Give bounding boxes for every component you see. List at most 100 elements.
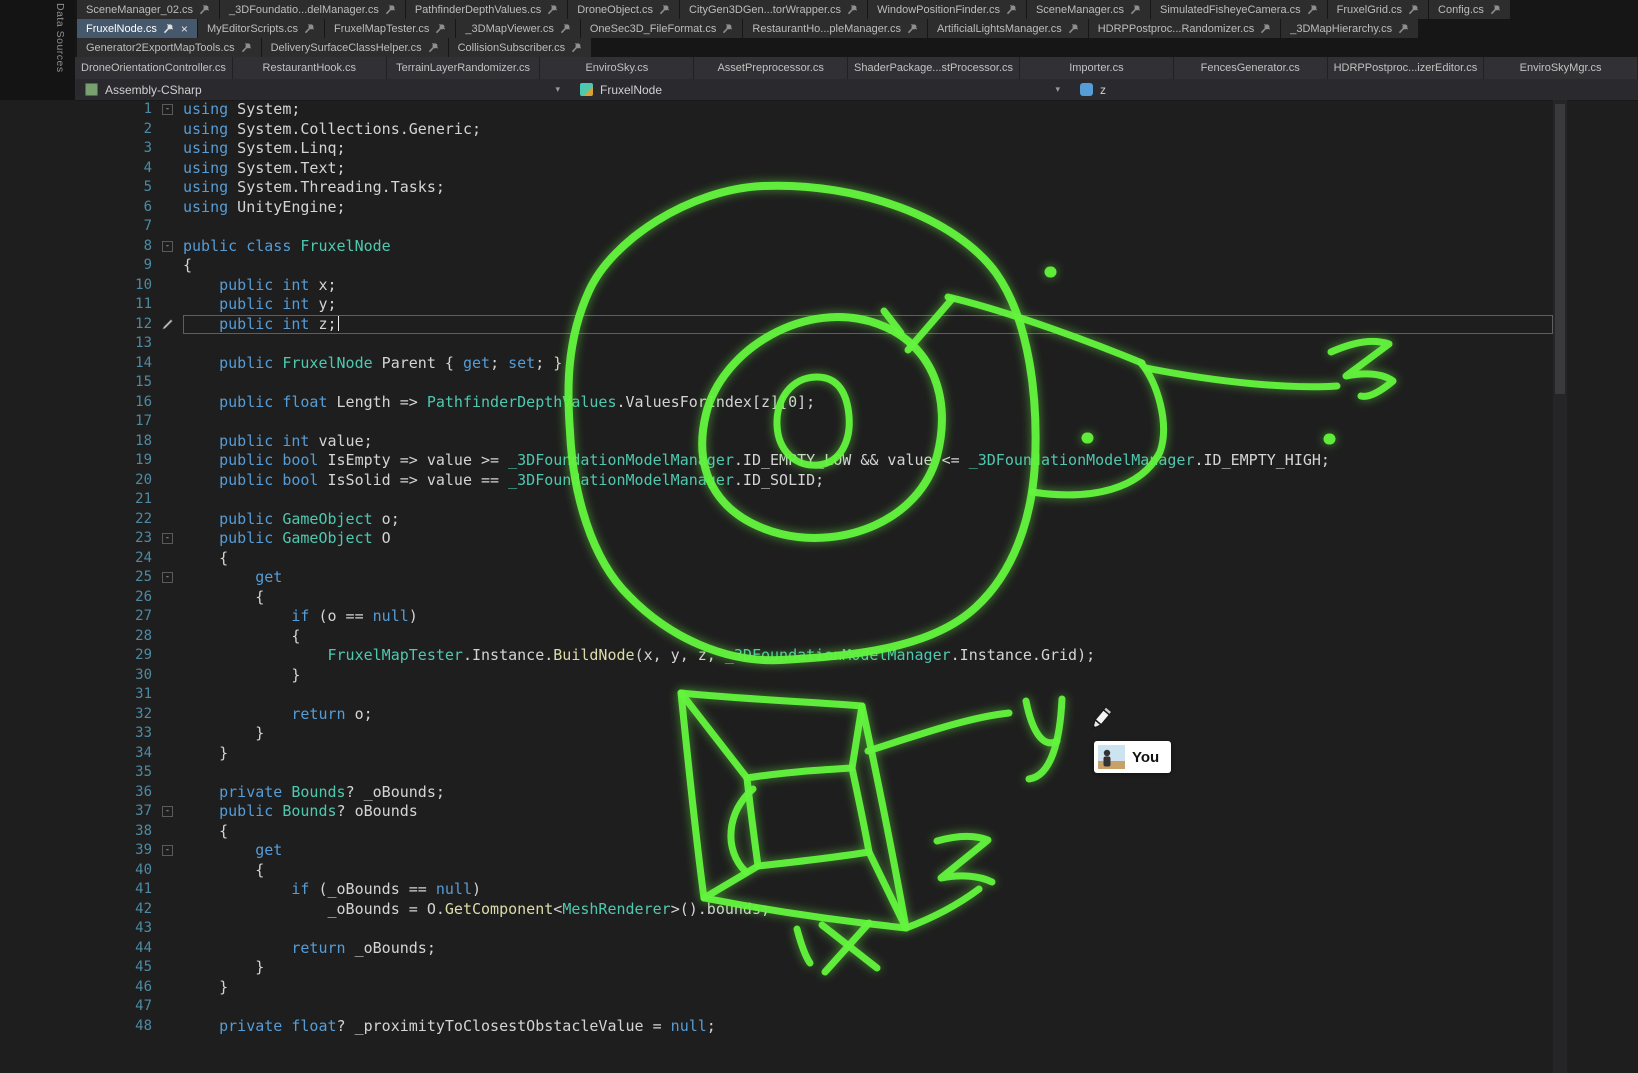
pin-icon[interactable] [163, 23, 174, 34]
code-line[interactable]: 28 { [0, 627, 1638, 647]
code-line[interactable]: 36 private Bounds? _oBounds; [0, 783, 1638, 803]
code-line[interactable]: 31 [0, 685, 1638, 705]
code-line[interactable]: 19 public bool IsEmpty => value >= _3DFo… [0, 451, 1638, 471]
code-line[interactable]: 11 public int y; [0, 295, 1638, 315]
document-tab[interactable]: EnviroSkyMgr.cs [1484, 57, 1638, 79]
code-line[interactable]: 14 public FruxelNode Parent { get; set; … [0, 354, 1638, 374]
document-tab[interactable]: Generator2ExportMapTools.cs [77, 38, 261, 57]
document-tab[interactable]: SceneManager.cs [1027, 0, 1150, 19]
code-line[interactable]: 29 FruxelMapTester.Instance.BuildNode(x,… [0, 646, 1638, 666]
document-tab[interactable]: FruxelNode.cs× [77, 19, 197, 38]
document-tab[interactable]: CollisionSubscriber.cs [449, 38, 592, 57]
document-tab[interactable]: _3DFoundatio...delManager.cs [220, 0, 405, 19]
pin-icon[interactable] [241, 42, 252, 53]
document-tab[interactable]: SceneManager_02.cs [77, 0, 219, 19]
code-line[interactable]: 21 [0, 490, 1638, 510]
document-tab[interactable]: MyEditorScripts.cs [198, 19, 324, 38]
pin-icon[interactable] [571, 42, 582, 53]
document-tab[interactable]: DroneOrientationController.cs [75, 57, 233, 79]
code-line[interactable]: 17 [0, 412, 1638, 432]
pin-icon[interactable] [1260, 23, 1271, 34]
code-line[interactable]: 45 } [0, 958, 1638, 978]
code-line[interactable]: 2using System.Collections.Generic; [0, 120, 1638, 140]
code-line[interactable]: 43 [0, 919, 1638, 939]
code-line[interactable]: 48 private float? _proximityToClosestObs… [0, 1017, 1638, 1037]
project-dropdown[interactable]: Assembly-CSharp ▾ [75, 79, 570, 100]
document-tab[interactable]: ArtificialLightsManager.cs [928, 19, 1088, 38]
code-line[interactable]: 40 { [0, 861, 1638, 881]
close-icon[interactable]: × [181, 24, 188, 34]
document-tab[interactable]: RestaurantHo...pleManager.cs [743, 19, 927, 38]
document-tab[interactable]: DroneObject.cs [568, 0, 679, 19]
document-tab[interactable]: WindowPositionFinder.cs [868, 0, 1026, 19]
pin-icon[interactable] [659, 4, 670, 15]
pin-icon[interactable] [847, 4, 858, 15]
code-line[interactable]: 20 public bool IsSolid => value == _3DFo… [0, 471, 1638, 491]
code-line[interactable]: 8-public class FruxelNode [0, 237, 1638, 257]
code-line[interactable]: 23- public GameObject O [0, 529, 1638, 549]
code-editor[interactable]: 1-using System;2using System.Collections… [0, 100, 1638, 1073]
code-line[interactable]: 27 if (o == null) [0, 607, 1638, 627]
data-sources-tool-tab[interactable]: Data Sources [54, 3, 66, 73]
document-tab[interactable]: FruxelGrid.cs [1328, 0, 1428, 19]
pin-icon[interactable] [1006, 4, 1017, 15]
document-tab[interactable]: HDRPPostproc...Randomizer.cs [1089, 19, 1281, 38]
document-tab[interactable]: Config.cs [1429, 0, 1510, 19]
document-tab[interactable]: TerrainLayerRandomizer.cs [387, 57, 541, 79]
document-tab[interactable]: ShaderPackage...stProcessor.cs [848, 57, 1020, 79]
document-tab[interactable]: OneSec3D_FileFormat.cs [581, 19, 743, 38]
code-line[interactable]: 9{ [0, 256, 1638, 276]
code-line[interactable]: 22 public GameObject o; [0, 510, 1638, 530]
code-line[interactable]: 30 } [0, 666, 1638, 686]
pin-icon[interactable] [304, 23, 315, 34]
code-line[interactable]: 12 public int z; [0, 315, 1638, 335]
code-line[interactable]: 10 public int x; [0, 276, 1638, 296]
document-tab[interactable]: PathfinderDepthValues.cs [406, 0, 567, 19]
fold-collapse-icon[interactable]: - [162, 241, 173, 252]
code-line[interactable]: 35 [0, 763, 1638, 783]
code-line[interactable]: 5using System.Threading.Tasks; [0, 178, 1638, 198]
code-line[interactable]: 26 { [0, 588, 1638, 608]
code-line[interactable]: 16 public float Length => PathfinderDept… [0, 393, 1638, 413]
pin-icon[interactable] [435, 23, 446, 34]
document-tab[interactable]: Importer.cs [1020, 57, 1174, 79]
pin-icon[interactable] [1408, 4, 1419, 15]
code-line[interactable]: 32 return o; [0, 705, 1638, 725]
scrollbar-thumb[interactable] [1555, 104, 1565, 394]
editor-scrollbar[interactable] [1553, 100, 1567, 1073]
member-dropdown[interactable]: z [1070, 79, 1638, 100]
fold-collapse-icon[interactable]: - [162, 572, 173, 583]
code-line[interactable]: 38 { [0, 822, 1638, 842]
document-tab[interactable]: _3DMapViewer.cs [456, 19, 579, 38]
pin-icon[interactable] [385, 4, 396, 15]
fold-collapse-icon[interactable]: - [162, 806, 173, 817]
code-line[interactable]: 4using System.Text; [0, 159, 1638, 179]
pin-icon[interactable] [199, 4, 210, 15]
fold-collapse-icon[interactable]: - [162, 104, 173, 115]
pin-icon[interactable] [560, 23, 571, 34]
code-line[interactable]: 7 [0, 217, 1638, 237]
fold-collapse-icon[interactable]: - [162, 845, 173, 856]
document-tab[interactable]: SimulatedFisheyeCamera.cs [1151, 0, 1327, 19]
pin-icon[interactable] [428, 42, 439, 53]
document-tab[interactable]: FruxelMapTester.cs [325, 19, 455, 38]
code-line[interactable]: 42 _oBounds = O.GetComponent<MeshRendere… [0, 900, 1638, 920]
code-line[interactable]: 39- get [0, 841, 1638, 861]
fold-collapse-icon[interactable]: - [162, 533, 173, 544]
type-dropdown[interactable]: FruxelNode ▾ [570, 79, 1070, 100]
pin-icon[interactable] [1398, 23, 1409, 34]
code-line[interactable]: 37- public Bounds? oBounds [0, 802, 1638, 822]
document-tab[interactable]: DeliverySurfaceClassHelper.cs [262, 38, 448, 57]
pin-icon[interactable] [1068, 23, 1079, 34]
code-line[interactable]: 18 public int value; [0, 432, 1638, 452]
document-tab[interactable]: FencesGenerator.cs [1174, 57, 1328, 79]
pin-icon[interactable] [1130, 4, 1141, 15]
pin-icon[interactable] [547, 4, 558, 15]
code-line[interactable]: 46 } [0, 978, 1638, 998]
code-line[interactable]: 34 } [0, 744, 1638, 764]
document-tab[interactable]: RestaurantHook.cs [233, 57, 387, 79]
code-line[interactable]: 24 { [0, 549, 1638, 569]
code-line[interactable]: 41 if (_oBounds == null) [0, 880, 1638, 900]
code-line[interactable]: 47 [0, 997, 1638, 1017]
code-line[interactable]: 1-using System; [0, 100, 1638, 120]
